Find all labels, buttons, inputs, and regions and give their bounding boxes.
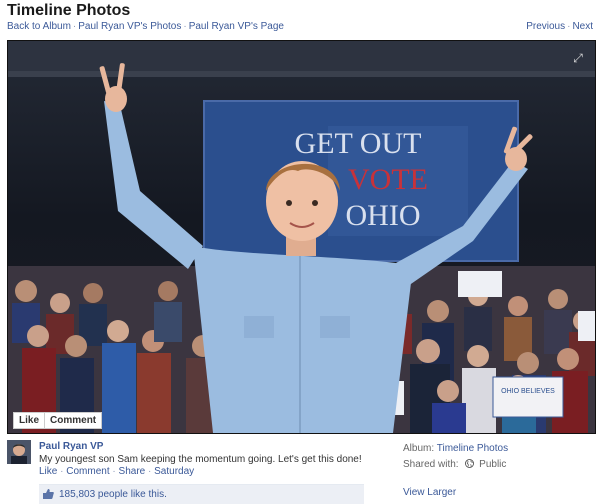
album-link[interactable]: Timeline Photos: [437, 443, 508, 454]
comment-link[interactable]: Comment: [66, 466, 109, 477]
sign-text-line3: OHIO: [346, 199, 421, 232]
photo[interactable]: GET OUT VOTE OHIO OHIO BELIEVES ⤢ Like C…: [7, 40, 596, 434]
post-meta: Like · Comment · Share · Saturday: [39, 466, 194, 477]
like-link[interactable]: Like: [39, 466, 57, 477]
photo-comment-button[interactable]: Comment: [44, 413, 101, 428]
photo-actions: Like Comment: [13, 412, 103, 429]
thumbs-up-icon: [43, 489, 54, 499]
crowd-sign: [492, 376, 564, 418]
meta-separator: ·: [148, 466, 152, 477]
meta-separator: ·: [112, 466, 116, 477]
avatar-image: [7, 440, 31, 464]
page-link[interactable]: Paul Ryan VP's Page: [189, 21, 284, 32]
pager: Previous · Next: [526, 21, 593, 32]
meta-separator: ·: [60, 466, 64, 477]
photo-illustration: GET OUT VOTE OHIO OHIO BELIEVES: [8, 41, 595, 433]
view-larger-link[interactable]: View Larger: [403, 487, 456, 498]
sign-text-line2: VOTE: [348, 163, 428, 196]
breadcrumb-separator: ·: [183, 21, 187, 32]
photos-link[interactable]: Paul Ryan VP's Photos: [78, 21, 181, 32]
photo-like-button[interactable]: Like: [14, 413, 44, 428]
globe-icon: [465, 459, 475, 468]
crowd-sign-text: OHIO BELIEVES: [501, 388, 555, 395]
shared-with-info: Shared with: Public: [403, 459, 506, 470]
timestamp-link[interactable]: Saturday: [154, 466, 194, 477]
sign-text-line1: GET OUT: [295, 127, 422, 160]
breadcrumb: Back to Album · Paul Ryan VP's Photos · Paul…: [7, 21, 284, 32]
previous-link[interactable]: Previous: [526, 21, 565, 32]
ceiling-beam: [8, 71, 595, 77]
back-to-album-link[interactable]: Back to Album: [7, 21, 71, 32]
ceiling: [8, 41, 595, 76]
photo-caption: My youngest son Sam keeping the momentum…: [39, 454, 362, 465]
shared-value[interactable]: Public: [479, 459, 506, 470]
avatar[interactable]: [7, 440, 31, 464]
album-label: Album:: [403, 443, 435, 454]
expand-icon[interactable]: ⤢: [571, 51, 585, 65]
page-title: Timeline Photos: [7, 2, 131, 19]
share-link[interactable]: Share: [119, 466, 146, 477]
likes-bar: 185,803 people like this.: [39, 484, 364, 504]
likes-count-link[interactable]: 185,803 people like this.: [59, 489, 167, 500]
poster-name-link[interactable]: Paul Ryan VP: [39, 441, 103, 452]
shared-label: Shared with:: [403, 459, 459, 470]
next-link[interactable]: Next: [572, 21, 593, 32]
album-info: Album: Timeline Photos: [403, 443, 508, 454]
